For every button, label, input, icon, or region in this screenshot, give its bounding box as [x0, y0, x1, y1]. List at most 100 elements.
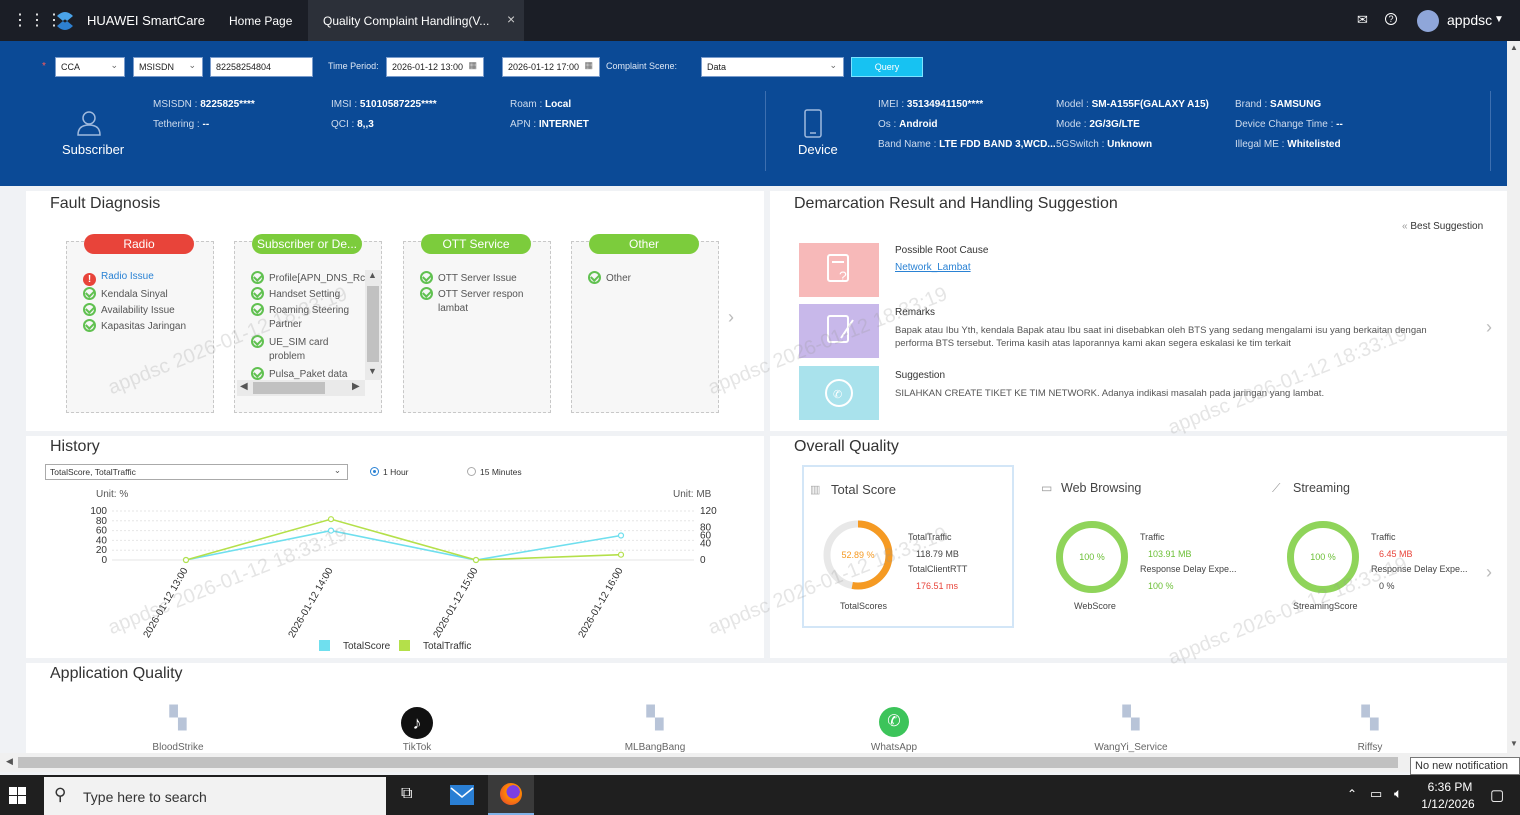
network-icon[interactable]: ▭: [1370, 786, 1382, 802]
next-arrow-icon[interactable]: ›: [728, 307, 734, 328]
mail-app-icon[interactable]: [450, 785, 474, 805]
horizontal-scrollbar[interactable]: ◀ ▶: [237, 380, 365, 396]
app-label[interactable]: WhatsApp: [854, 742, 934, 753]
scroll-thumb[interactable]: [253, 382, 325, 394]
app-grid-tile-icon: ▚: [646, 705, 664, 730]
fault-item[interactable]: UE_SIM card: [251, 335, 328, 348]
tiktok-icon[interactable]: ♪: [397, 707, 437, 739]
fault-item[interactable]: Handset Setting: [251, 287, 340, 300]
tab-close-icon[interactable]: ×: [507, 11, 515, 27]
app-label[interactable]: Riffsy: [1330, 742, 1410, 753]
envelope-icon: [450, 787, 474, 798]
qci-key: QCI: [331, 119, 349, 130]
fault-item[interactable]: Kendala Sinyal: [83, 287, 168, 300]
windows-start-icon[interactable]: [9, 787, 26, 804]
tray-chevron-up-icon[interactable]: ⌃: [1347, 787, 1357, 801]
action-center-icon[interactable]: ▢: [1490, 786, 1504, 804]
app-default-icon[interactable]: ▚: [158, 705, 198, 731]
end-time-input[interactable]: 2026-01-12 17:00 ▦: [502, 57, 600, 77]
root-cause-link[interactable]: Network_Lambat: [895, 262, 971, 273]
mail-icon[interactable]: ✉: [1357, 12, 1368, 28]
volume-icon[interactable]: 🔈︎: [1394, 785, 1402, 802]
fault-item[interactable]: Kapasitas Jaringan: [83, 319, 186, 332]
clock-time[interactable]: 6:36 PM: [1424, 780, 1476, 794]
scroll-up-icon[interactable]: ▲: [1510, 43, 1518, 52]
chevron-down-icon: ⌄: [110, 60, 118, 70]
total-score-card[interactable]: ▥ Total Score 52.89 % TotalTraffic 118.7…: [802, 465, 1014, 628]
user-name[interactable]: appdsc: [1447, 12, 1492, 28]
tab-quality-complaint[interactable]: Quality Complaint Handling(V... ×: [308, 0, 524, 41]
scroll-up-icon[interactable]: ▲: [368, 270, 377, 280]
legend-swatch: [319, 640, 330, 651]
task-view-icon[interactable]: ⧉: [401, 785, 412, 803]
remarks-text-line-1: Bapak atau Ibu Yth, kendala Bapak atau I…: [895, 325, 1427, 336]
y-left-tick-label: 80: [96, 516, 108, 527]
type-select[interactable]: CCA ⌄: [55, 57, 125, 77]
app-default-icon[interactable]: ▚: [635, 705, 675, 731]
y-right-tick-label: 120: [700, 506, 717, 517]
scroll-thumb[interactable]: [367, 286, 379, 362]
fault-item[interactable]: Other: [588, 271, 631, 284]
msisdn-input[interactable]: 82258254804: [210, 57, 313, 77]
streaming-title: Streaming: [1293, 481, 1350, 495]
scroll-thumb[interactable]: [18, 757, 1398, 768]
scroll-down-icon[interactable]: ▼: [368, 366, 377, 376]
page-scrollbar[interactable]: ▲ ▼: [1507, 41, 1520, 753]
app-label[interactable]: MLBangBang: [615, 742, 695, 753]
fault-item[interactable]: Availability Issue: [83, 303, 175, 316]
tab-quality-complaint-label: Quality Complaint Handling(V...: [323, 14, 490, 28]
fault-item[interactable]: Roaming Steering: [251, 303, 349, 316]
x-tick-label: 2026-01-12 13:00: [142, 566, 191, 640]
app-label[interactable]: BloodStrike: [138, 742, 218, 753]
radio-pill[interactable]: Radio: [84, 234, 194, 254]
brand-name: HUAWEI SmartCare: [87, 13, 205, 28]
id-type-select[interactable]: MSISDN ⌄: [133, 57, 203, 77]
check-icon: [588, 271, 601, 284]
scroll-left-icon[interactable]: ◀: [6, 756, 13, 767]
start-time-input[interactable]: 2026-01-12 13:00 ▦: [386, 57, 484, 77]
user-menu-chevron-icon[interactable]: ▼: [1494, 14, 1504, 25]
whatsapp-icon[interactable]: ✆: [874, 707, 914, 737]
avatar[interactable]: [1417, 10, 1439, 32]
fault-item[interactable]: OTT Server Issue: [420, 271, 517, 284]
remarks-text-line-2: performa BTS tersebut. Terima kasih atas…: [895, 338, 1291, 349]
tab-home[interactable]: Home Page: [229, 14, 292, 28]
next-arrow-icon[interactable]: ›: [1486, 317, 1492, 338]
subscriber-pill[interactable]: Subscriber or De...: [252, 234, 362, 254]
device-change-field: Device Change Time : --: [1235, 119, 1343, 130]
clock-date[interactable]: 1/12/2026: [1418, 797, 1478, 811]
top-bar: ⋮⋮⋮ HUAWEI SmartCare Home Page Quality C…: [0, 0, 1520, 41]
scroll-down-icon[interactable]: ▼: [1510, 739, 1518, 748]
radio-issue-item[interactable]: ! Radio Issue: [83, 271, 154, 286]
legend-label: TotalTraffic: [423, 641, 471, 652]
firefox-taskbar-button[interactable]: [488, 775, 534, 815]
notification-tooltip: No new notification: [1410, 757, 1520, 775]
complaint-scene-select[interactable]: Data ⌄: [701, 57, 844, 77]
other-pill[interactable]: Other: [589, 234, 699, 254]
svg-text:✆: ✆: [833, 389, 842, 401]
fault-item[interactable]: Profile[APN_DNS_Rc: [251, 271, 365, 284]
device-change-key: Device Change Time: [1235, 119, 1328, 130]
scroll-right-icon[interactable]: ▶: [352, 381, 360, 392]
fault-item[interactable]: OTT Server respon: [420, 287, 523, 300]
fault-item[interactable]: Pulsa_Paket data: [251, 367, 347, 380]
ott-pill[interactable]: OTT Service: [421, 234, 531, 254]
scroll-left-icon[interactable]: ◀: [240, 381, 248, 392]
app-default-icon[interactable]: ▚: [1350, 705, 1390, 731]
app-label[interactable]: TikTok: [377, 742, 457, 753]
next-arrow-icon[interactable]: ›: [1486, 562, 1492, 583]
qci-field: QCI : 8,,3: [331, 119, 374, 130]
taskbar-search-box[interactable]: ⚲ Type here to search: [44, 777, 386, 815]
vertical-scrollbar[interactable]: ▲ ▼: [365, 270, 381, 380]
app-default-icon[interactable]: ▚: [1111, 705, 1151, 731]
fault-diagnosis-title: Fault Diagnosis: [50, 195, 161, 212]
tethering-field: Tethering : --: [153, 119, 210, 130]
y-left-tick-label: 0: [101, 555, 107, 566]
fault-item-label: OTT Server respon: [438, 289, 524, 300]
whatsapp-phone-icon: ✆: [879, 707, 909, 737]
app-label[interactable]: WangYi_Service: [1091, 742, 1171, 753]
help-icon[interactable]: ?: [1385, 13, 1397, 25]
best-suggestion-toggle[interactable]: « Best Suggestion: [1402, 221, 1483, 232]
query-button[interactable]: Query: [851, 57, 923, 77]
page-horizontal-scrollbar[interactable]: ◀: [0, 753, 1520, 772]
